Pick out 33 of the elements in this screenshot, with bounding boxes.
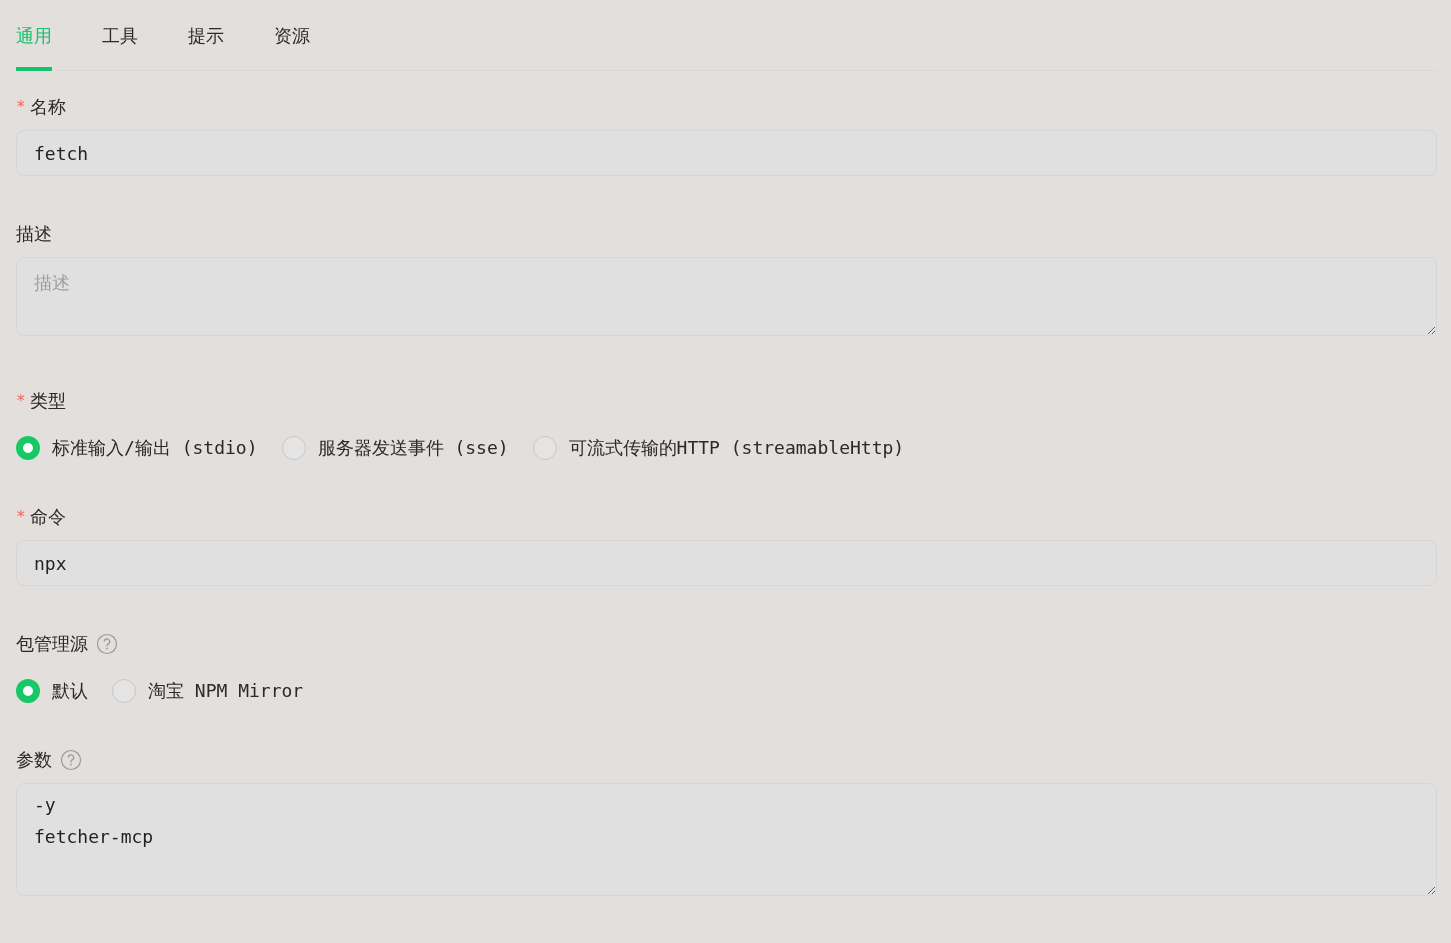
- radio-option[interactable]: 淘宝 NPM Mirror: [112, 677, 304, 705]
- required-asterisk: *: [16, 389, 26, 412]
- radio-button[interactable]: [16, 435, 40, 460]
- text-area[interactable]: -y fetcher-mcp: [16, 783, 1437, 897]
- tab[interactable]: 提示: [188, 0, 224, 72]
- radio-button[interactable]: [281, 435, 306, 460]
- field-label: 参数: [16, 748, 52, 773]
- field-label: 包管理源: [16, 632, 88, 657]
- field-label: 命令: [29, 505, 66, 530]
- radio-label: 可流式传输的HTTP (streamableHttp): [568, 436, 905, 461]
- required-asterisk: *: [16, 505, 26, 528]
- tab[interactable]: 工具: [102, 0, 138, 72]
- radio-option[interactable]: 可流式传输的HTTP (streamableHttp): [532, 434, 905, 462]
- field-label: 描述: [16, 222, 52, 247]
- text-area[interactable]: 描述: [16, 257, 1437, 337]
- field-label: 类型: [29, 389, 66, 414]
- radio-option[interactable]: 标准输入/输出 (stdio): [16, 434, 258, 462]
- radio-label: 淘宝 NPM Mirror: [148, 679, 304, 704]
- help-icon[interactable]: [60, 748, 82, 771]
- text-field[interactable]: npx: [16, 540, 1437, 587]
- radio-option[interactable]: 服务器发送事件 (sse): [281, 434, 509, 462]
- required-asterisk: *: [16, 95, 26, 118]
- radio-label: 服务器发送事件 (sse): [317, 436, 509, 461]
- text-field[interactable]: fetch: [16, 130, 1437, 177]
- radio-button[interactable]: [112, 678, 136, 703]
- help-icon[interactable]: [96, 632, 118, 655]
- tab[interactable]: 资源: [274, 0, 310, 72]
- radio-button[interactable]: [532, 435, 557, 460]
- radio-label: 默认: [52, 679, 88, 704]
- radio-button[interactable]: [16, 678, 40, 703]
- radio-label: 标准输入/输出 (stdio): [52, 436, 258, 461]
- radio-option[interactable]: 默认: [16, 677, 88, 705]
- field-label: 名称: [29, 95, 66, 120]
